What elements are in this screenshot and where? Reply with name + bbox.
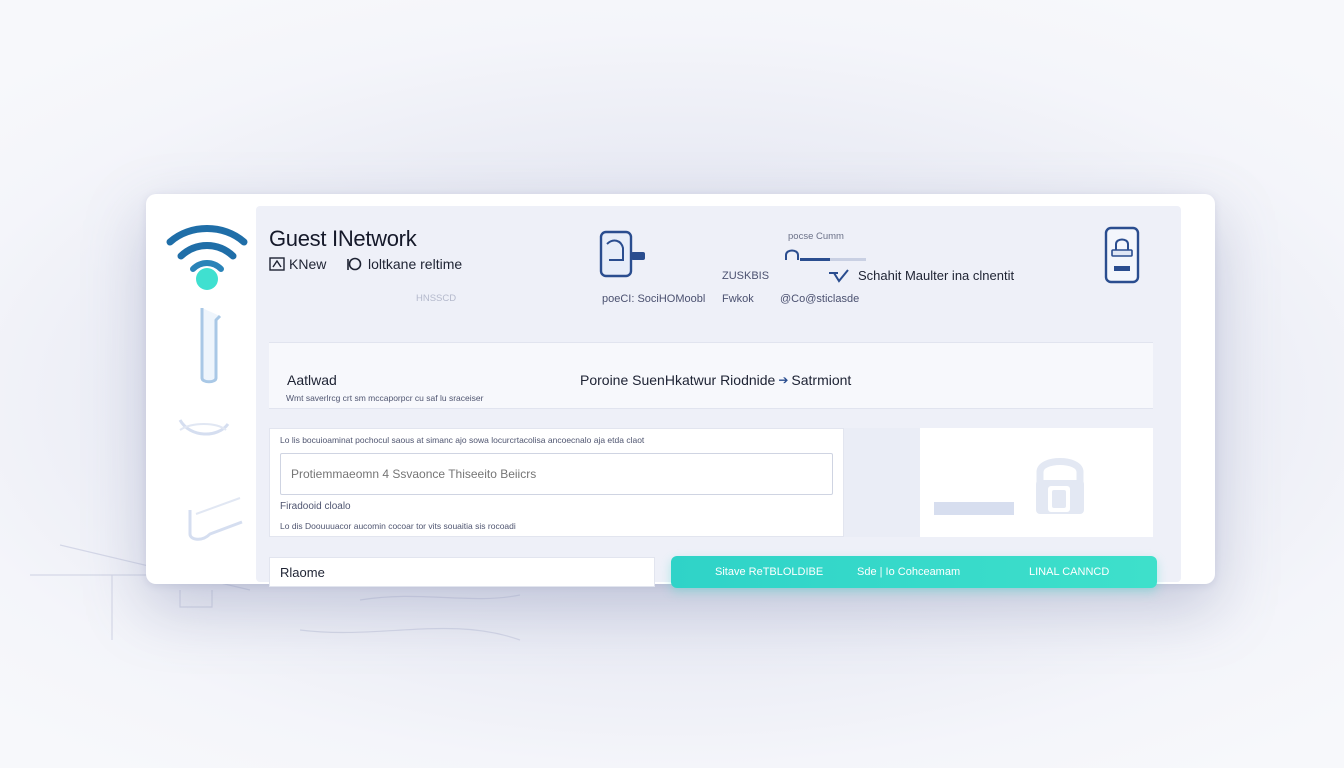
device-row-3: @Co@sticlasde [780, 293, 860, 305]
action-bar: Sitave ReTBLOLDIBE Sde | Io Cohceamam LI… [671, 556, 1157, 588]
wifi-icon [166, 225, 248, 290]
status-row: Aatlwad Wmt saverlrcg crt sm mccaporpcr … [269, 342, 1153, 409]
device-row-2: Fwkok [722, 293, 754, 305]
connect-button[interactable]: Sde | Io Cohceamam [857, 556, 960, 588]
device-caption-2: ZUSKBIS [722, 270, 770, 282]
new-link-label: KNew [289, 256, 327, 272]
form-helper-bottom: Lo dis Doouuuacor aucomin cocoar tor vit… [280, 521, 516, 531]
device-status: Schahit Maulter ina clnentit [828, 268, 1014, 283]
status-label: Aatlwad [287, 372, 337, 388]
check-icon [829, 268, 849, 283]
cable-icon [200, 308, 222, 384]
search-icon [347, 257, 362, 271]
device-caption-3: Schahit Maulter ina clnentit [858, 268, 1015, 283]
bottom-field[interactable]: Rlaome [269, 557, 655, 587]
arrow-icon: ➔ [778, 373, 789, 387]
sidebar [146, 194, 256, 584]
network-name-input[interactable] [280, 453, 833, 495]
lock-small-icon [785, 249, 866, 261]
guest-network-card: Guest INetwork KNew loltkane reltime HNS… [146, 194, 1215, 588]
caption-left: HNSSCD [416, 293, 457, 304]
status-message: Poroine SuenHkatwur Riodnide ➔ Satrmiont [580, 372, 851, 388]
preview-bar [934, 502, 1014, 515]
cancel-button[interactable]: LINAL CANNCD [1029, 556, 1109, 588]
setting-link-label: loltkane reltime [368, 256, 463, 272]
curve-icon [178, 419, 230, 436]
form-label-small: Firadooid cloalo [280, 501, 351, 512]
bottom-field-value: Rlaome [280, 564, 325, 580]
form-helper-top: Lo lis bocuioaminat pochocul saous at si… [280, 435, 645, 445]
main-panel: Guest INetwork KNew loltkane reltime HNS… [256, 206, 1181, 588]
status-description: Wmt saverlrcg crt sm mccaporpcr cu saf l… [286, 393, 484, 403]
device-row-1: poeCI: SociHOMoobl [602, 293, 706, 305]
status-message-text: Poroine SuenHkatwur Riodnide [580, 372, 776, 388]
setting-link[interactable]: loltkane reltime [346, 256, 462, 272]
preview-divider [844, 428, 920, 537]
new-icon [269, 257, 285, 271]
device-caption-1: pocse Cumm [788, 231, 844, 242]
status-message-tail: Satrmiont [791, 372, 852, 388]
new-link[interactable]: KNew [269, 256, 326, 272]
lock-icon [1036, 458, 1084, 514]
router-sketch-icon [188, 497, 243, 541]
device-icon[interactable] [1104, 224, 1140, 286]
preview-panel [920, 428, 1153, 537]
save-button[interactable]: Sitave ReTBLOLDIBE [715, 556, 823, 588]
page-title: Guest INetwork [269, 226, 417, 251]
form-area: Lo lis bocuioaminat pochocul saous at si… [269, 428, 844, 537]
phone-icon[interactable] [599, 230, 655, 280]
